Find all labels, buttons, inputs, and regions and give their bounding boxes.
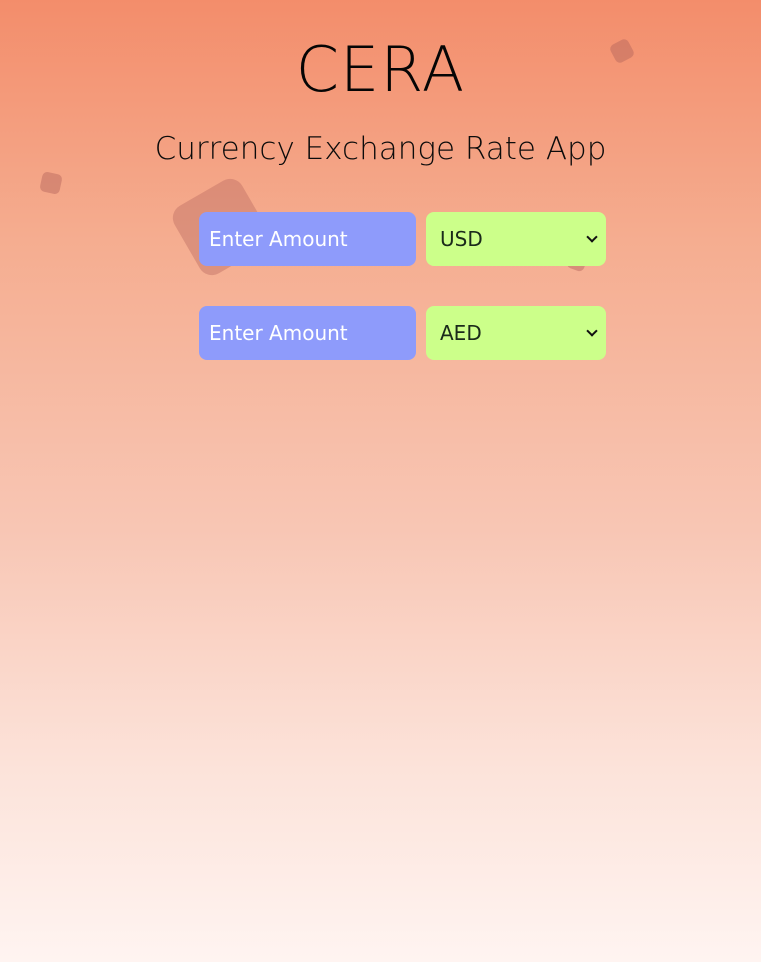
app-subtitle: Currency Exchange Rate App bbox=[154, 131, 607, 167]
to-currency-select[interactable]: AED bbox=[426, 306, 606, 360]
decorative-square bbox=[39, 171, 63, 195]
to-currency-value: AED bbox=[440, 321, 482, 345]
chevron-down-icon bbox=[586, 325, 598, 337]
from-amount-input[interactable] bbox=[199, 212, 416, 266]
from-currency-value: USD bbox=[440, 227, 483, 251]
from-currency-select[interactable]: USD bbox=[426, 212, 606, 266]
app-title: CERA bbox=[295, 33, 466, 106]
converter-row-to: AED bbox=[199, 306, 606, 360]
chevron-down-icon bbox=[586, 231, 598, 243]
converter-row-from: USD bbox=[199, 212, 606, 266]
to-amount-input[interactable] bbox=[199, 306, 416, 360]
